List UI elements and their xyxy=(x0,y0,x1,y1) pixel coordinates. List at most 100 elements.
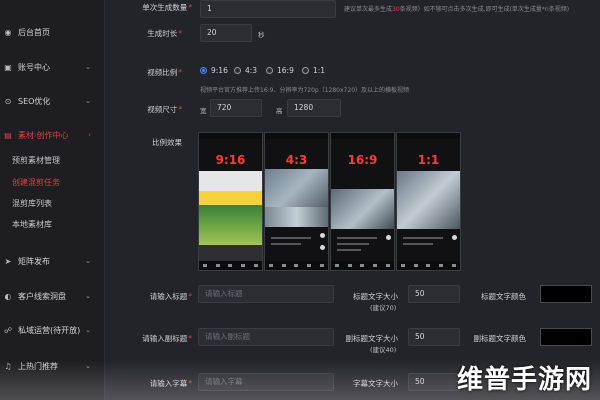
preview-text-line xyxy=(337,249,361,251)
preview-phone-16-9: 16:9 xyxy=(330,132,395,271)
comment-icon xyxy=(320,245,325,250)
title-color-picker[interactable] xyxy=(540,285,592,303)
sidebar-item-leads[interactable]: ◐ 客户线索洞盘 ⌄ xyxy=(0,286,105,306)
title-size-hint: (建议70) xyxy=(370,304,397,312)
leads-icon: ◐ xyxy=(4,291,12,301)
sidebar-item-label: SEO优化 xyxy=(18,96,51,106)
sidebar: ◉ 后台首页 ▣ 账号中心 ⌄ ⊙ SEO优化 ⌄ ▤ 素材·创作中心 ‹ 预剪… xyxy=(0,0,105,400)
caption-label: 请输入字幕* xyxy=(149,379,192,388)
preview-ratio-text: 4:3 xyxy=(285,153,308,167)
phone-status-bar xyxy=(397,133,460,139)
subtitle-size-input[interactable]: 50 xyxy=(408,328,460,346)
radio-dot-icon xyxy=(200,67,207,74)
preview-office-image-2 xyxy=(265,207,328,227)
sidebar-item-seo[interactable]: ⊙ SEO优化 ⌄ xyxy=(0,91,105,111)
title-size-label: 标题文字大小 xyxy=(353,292,398,301)
subtitle-size-hint: (建议40) xyxy=(370,346,397,354)
preview-phone-1-1: 1:1 xyxy=(396,132,461,271)
title-input[interactable]: 请输入标题 xyxy=(198,285,334,303)
width-input[interactable]: 720 xyxy=(210,99,262,117)
radio-dot-icon xyxy=(302,67,309,74)
ratio-hint: 视频平台官方推荐上传16:9、分辨率为720p（1280x720）及以上的横板视… xyxy=(200,87,410,94)
seo-icon: ⊙ xyxy=(4,96,12,106)
radio-dot-icon xyxy=(266,67,273,74)
sub-item-create-task[interactable]: 创建混剪任务 xyxy=(0,174,105,192)
sidebar-item-label: 客户线索洞盘 xyxy=(18,291,66,301)
caption-size-label: 字幕文字大小 xyxy=(353,379,398,388)
title-color-label: 标题文字颜色 xyxy=(481,292,526,301)
ratio-radio-4-3[interactable]: 4:3 xyxy=(234,66,257,75)
preview-text-line xyxy=(271,243,301,245)
phone-tab-bar xyxy=(199,261,262,270)
subtitle-color-label: 副标题文字颜色 xyxy=(473,334,527,343)
sidebar-item-label: 后台首页 xyxy=(18,27,50,37)
preview-text-line xyxy=(337,243,369,245)
preview-text-line xyxy=(403,237,443,239)
chevron-down-icon: ⌄ xyxy=(85,97,91,105)
preview-ratio-text: 16:9 xyxy=(347,153,378,167)
subtitle-color-picker[interactable] xyxy=(540,328,592,346)
preview-phone-4-3: 4:3 xyxy=(264,132,329,271)
width-prefix: 宽 xyxy=(200,107,207,115)
preview-field-image xyxy=(199,205,262,245)
chevron-down-icon: ⌄ xyxy=(85,326,91,334)
like-icon xyxy=(320,233,325,238)
sub-item-local-library[interactable]: 本地素材库 xyxy=(0,216,105,234)
ratio-radio-9-16[interactable]: 9:16 xyxy=(200,66,228,75)
publish-icon: ➤ xyxy=(4,256,12,266)
preview-label: 比例效果 xyxy=(152,138,182,147)
subtitle-input[interactable]: 请输入副标题 xyxy=(198,328,334,346)
like-icon xyxy=(452,235,457,240)
phone-tab-bar xyxy=(265,261,328,270)
ratio-label: 视频比例* xyxy=(147,68,182,77)
sidebar-item-label: 上热门推荐 xyxy=(18,361,58,371)
ratio-radio-1-1[interactable]: 1:1 xyxy=(302,66,325,75)
watermark-text: 维普手游网 xyxy=(456,365,592,395)
caption-input[interactable]: 请输入字幕 xyxy=(198,373,334,391)
count-input[interactable]: 1 xyxy=(200,0,336,18)
preview-ratio-text: 1:1 xyxy=(417,153,440,167)
preview-office-image xyxy=(397,171,460,229)
preview-banner xyxy=(199,171,262,191)
sidebar-item-private[interactable]: ☍ 私域运营(待开放) ⌄ xyxy=(0,320,105,340)
preview-text-line xyxy=(271,237,311,239)
preview-yellow-band xyxy=(199,191,262,205)
duration-label: 生成时长* xyxy=(147,29,182,38)
title-label: 请输入标题* xyxy=(149,292,192,301)
chevron-down-icon: ⌄ xyxy=(85,63,91,71)
chevron-down-icon: ⌄ xyxy=(85,257,91,265)
dashboard-icon: ◉ xyxy=(4,27,12,37)
sidebar-item-dashboard[interactable]: ◉ 后台首页 xyxy=(0,22,105,42)
preview-office-image xyxy=(265,169,328,207)
sidebar-item-label: 矩阵发布 xyxy=(18,256,50,266)
count-label: 单次生成数量* xyxy=(142,3,192,12)
duration-unit: 秒 xyxy=(258,31,265,39)
subtitle-label: 请输入副标题* xyxy=(142,334,192,343)
sidebar-item-hot[interactable]: ♫ 上热门推荐 ⌄ xyxy=(0,356,105,376)
ratio-radio-16-9[interactable]: 16:9 xyxy=(266,66,294,75)
title-size-input[interactable]: 50 xyxy=(408,285,460,303)
chevron-down-icon: ⌄ xyxy=(85,362,91,370)
preview-phone-9-16: 9:16 xyxy=(198,132,263,271)
count-hint: 建议单次最多生成30条视频）如不够可点击多次生成,即可生成(单次生成量*n条视频… xyxy=(344,6,570,13)
chevron-up-icon: ‹ xyxy=(88,131,91,139)
chevron-down-icon: ⌄ xyxy=(85,292,91,300)
sidebar-item-account[interactable]: ▣ 账号中心 ⌄ xyxy=(0,57,105,77)
preview-text-line xyxy=(403,243,433,245)
material-icon: ▤ xyxy=(4,130,12,140)
sidebar-item-material[interactable]: ▤ 素材·创作中心 ‹ xyxy=(0,125,105,145)
sidebar-item-publish[interactable]: ➤ 矩阵发布 ⌄ xyxy=(0,251,105,271)
main-content: 单次生成数量* 1 建议单次最多生成30条视频）如不够可点击多次生成,即可生成(… xyxy=(106,0,600,400)
caption-size-input[interactable]: 50 xyxy=(408,373,460,391)
duration-input[interactable]: 20 xyxy=(200,24,252,42)
preview-office-image xyxy=(331,189,394,229)
height-prefix: 高 xyxy=(276,107,283,115)
preview-ratio-text: 9:16 xyxy=(215,153,246,167)
phone-tab-bar xyxy=(397,261,460,270)
radio-dot-icon xyxy=(234,67,241,74)
height-input[interactable]: 1280 xyxy=(287,99,341,117)
bell-icon: ♫ xyxy=(4,361,12,371)
sub-item-mix-library[interactable]: 混剪库列表 xyxy=(0,195,105,213)
sub-item-preedit[interactable]: 预剪素材管理 xyxy=(0,152,105,170)
phone-tab-bar xyxy=(331,261,394,270)
